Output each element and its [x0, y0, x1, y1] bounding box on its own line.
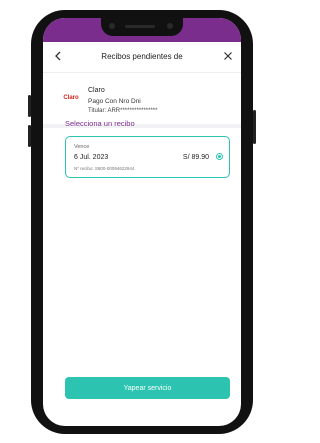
sensor-icon: [109, 23, 115, 29]
volume-down-button: [28, 125, 31, 147]
account-holder: Titular: ARR****************: [88, 108, 158, 114]
back-arrow-icon[interactable]: [51, 49, 65, 63]
receipt-number: Nº recibo: S800-00094622944: [74, 166, 135, 171]
receipt-card[interactable]: Vence 6 Jul. 2023 S/ 89.90 Nº recibo: S8…: [65, 136, 230, 178]
speaker-icon: [125, 25, 155, 28]
phone-screen: Recibos pendientes de Claro Claro Pago C…: [43, 18, 241, 426]
provider-logo: Claro: [63, 95, 79, 101]
section-title: Selecciona un recibo: [65, 119, 135, 128]
volume-up-button: [28, 95, 31, 117]
radio-selected-dot: [218, 155, 221, 158]
provider-service: Pago Con Nro Dni: [88, 98, 141, 105]
app-header: Recibos pendientes de: [43, 42, 241, 73]
provider-name: Claro: [88, 87, 105, 94]
receipt-radio[interactable]: [216, 153, 223, 160]
close-icon[interactable]: [221, 49, 235, 63]
receipt-amount: S/ 89.90: [182, 154, 209, 161]
due-label: Vence: [74, 144, 90, 150]
power-button: [253, 110, 256, 144]
page-title: Recibos pendientes de: [101, 52, 183, 61]
provider-info: Claro Claro Pago Con Nro Dni Titular: AR…: [43, 73, 241, 123]
notch: [101, 18, 183, 36]
camera-icon: [167, 23, 173, 29]
pay-service-button[interactable]: Yapear servicio: [65, 377, 230, 399]
due-date: 6 Jul. 2023: [74, 154, 109, 161]
